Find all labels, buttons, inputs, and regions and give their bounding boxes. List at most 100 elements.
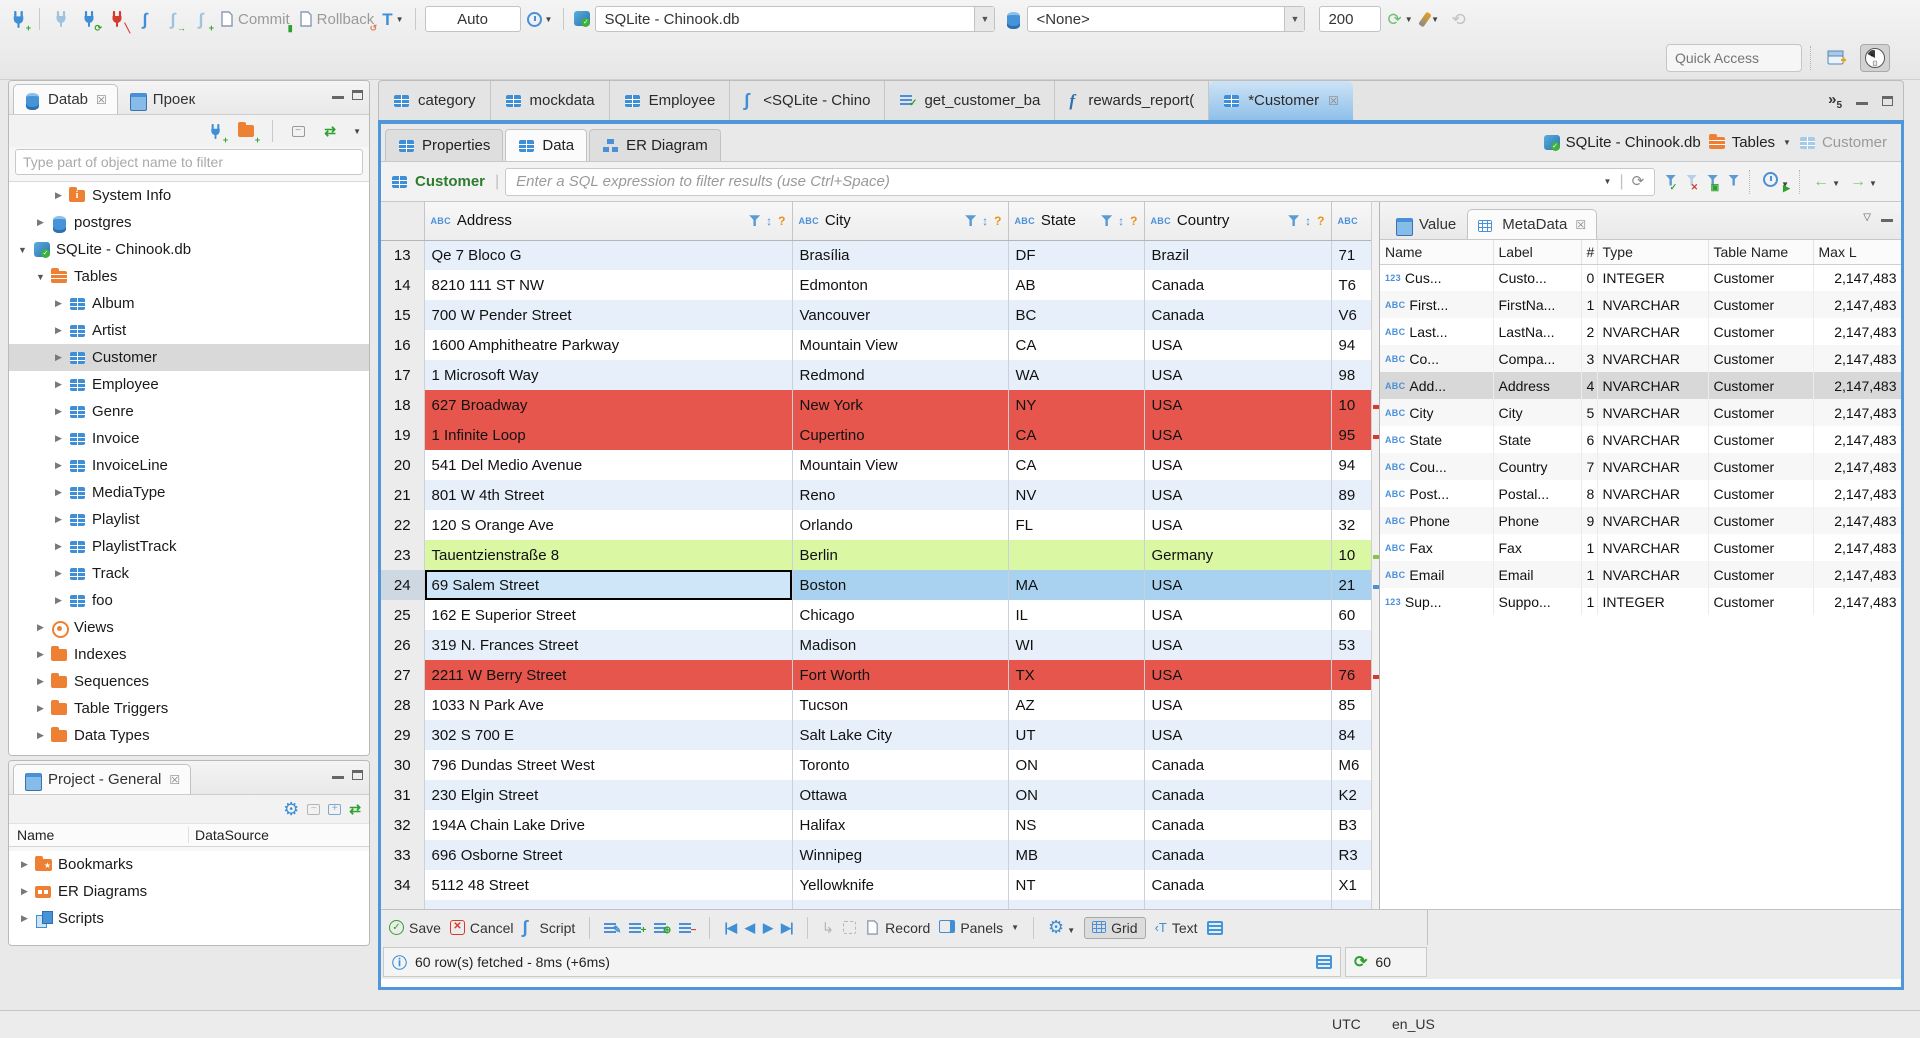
tree-item-genre[interactable]: ▶ Genre	[9, 398, 369, 425]
sort-icon[interactable]: ↕	[1118, 214, 1124, 228]
tab-metadata[interactable]: MetaData ☒	[1467, 209, 1598, 239]
metadata-row[interactable]: ABC Phone Phone 9 NVARCHAR Customer 2,147,483	[1380, 507, 1901, 534]
metadata-row[interactable]: 123 Sup... Suppo... 1 INTEGER Customer 2,147,4…	[1380, 588, 1901, 615]
gear-icon[interactable]: ⚙	[283, 799, 299, 820]
cell-postalcode[interactable]: 10	[1331, 390, 1372, 420]
grid-view-button[interactable]: Grid	[1084, 916, 1146, 939]
cell-state[interactable]: UT	[1008, 720, 1145, 750]
delete-row-icon[interactable]: −	[679, 921, 696, 935]
edit-row-icon[interactable]: ✎	[604, 921, 621, 935]
breadcrumb-connection[interactable]: SQLite - Chinook.db	[1543, 134, 1701, 151]
duplicate-row-icon[interactable]: ⊕	[654, 921, 671, 935]
column-header-country[interactable]: ABC Country ↕?	[1144, 202, 1332, 241]
calc-panel-icon[interactable]	[1206, 920, 1223, 935]
fetch-size-input[interactable]: 200	[1319, 6, 1382, 32]
metadata-column-table-name[interactable]: Table Name	[1708, 240, 1814, 265]
meta-max-length[interactable]: 2,147,483	[1813, 345, 1901, 372]
cell-address[interactable]: 1600 Amphitheatre Parkway	[424, 330, 793, 360]
remove-filter-icon[interactable]: ✕	[1686, 173, 1698, 191]
commit-mode-combo[interactable]: Auto	[424, 6, 521, 32]
tree-item-customer[interactable]: ▶ Customer	[9, 344, 369, 371]
open-perspective-icon[interactable]	[1822, 44, 1852, 72]
meta-ordinal[interactable]: 6	[1581, 426, 1598, 453]
expand-arrow-icon[interactable]: ▶	[53, 460, 64, 471]
cell-city[interactable]: Boston	[792, 570, 1009, 600]
meta-label[interactable]: Suppo...	[1493, 588, 1582, 615]
row-number[interactable]: 17	[381, 360, 425, 390]
cell-state[interactable]: ON	[1008, 750, 1145, 780]
meta-max-length[interactable]: 2,147,483	[1813, 534, 1901, 561]
meta-label[interactable]: Address	[1493, 372, 1582, 399]
fetch-next-icon[interactable]: → ▼	[1850, 173, 1877, 191]
cell-address[interactable]: 230 Elgin Street	[424, 780, 793, 810]
cell-address[interactable]: 801 W 4th Street	[424, 480, 793, 510]
custom-filter-icon[interactable]	[1728, 173, 1740, 191]
cell-state[interactable]: WA	[1008, 360, 1145, 390]
cell-state[interactable]: CA	[1008, 330, 1145, 360]
cell-state[interactable]: ON	[1008, 780, 1145, 810]
cell-city[interactable]: Reno	[792, 480, 1009, 510]
close-icon[interactable]: ☒	[1575, 218, 1586, 232]
cell-country[interactable]: Canada	[1144, 870, 1332, 900]
metadata-row[interactable]: ABC Email Email 1 NVARCHAR Customer 2,147,483	[1380, 561, 1901, 588]
meta-max-length[interactable]: 2,147,483	[1813, 264, 1901, 291]
project-item-scripts[interactable]: ▶ Scripts	[9, 905, 369, 932]
tree-item-playlist[interactable]: ▶ Playlist	[9, 506, 369, 533]
cell-state[interactable]: CA	[1008, 450, 1145, 480]
tree-item-album[interactable]: ▶ Album	[9, 290, 369, 317]
navigator-filter-input[interactable]: Type part of object name to filter	[15, 149, 363, 175]
cell-country[interactable]: USA	[1144, 660, 1332, 690]
metadata-column-type[interactable]: Type	[1597, 240, 1709, 265]
meta-type[interactable]: NVARCHAR	[1597, 534, 1709, 561]
meta-ordinal[interactable]: 1	[1581, 561, 1598, 588]
meta-label[interactable]: Fax	[1493, 534, 1582, 561]
expand-arrow-icon[interactable]: ▶	[53, 352, 64, 363]
refresh-icon[interactable]: ⟳	[1354, 952, 1367, 972]
metadata-column-label[interactable]: Label	[1493, 240, 1582, 265]
cell-address[interactable]: 796 Dundas Street West	[424, 750, 793, 780]
tree-item-mediatype[interactable]: ▶ MediaType	[9, 479, 369, 506]
cell-state[interactable]: MB	[1008, 840, 1145, 870]
cell-city[interactable]: Chicago	[792, 600, 1009, 630]
expand-arrow-icon[interactable]: ▶	[53, 568, 64, 579]
metadata-row[interactable]: ABC City City 5 NVARCHAR Customer 2,147,483	[1380, 399, 1901, 426]
meta-max-length[interactable]: 2,147,483	[1813, 318, 1901, 345]
column-header-name[interactable]: Name	[9, 827, 189, 843]
cell-postalcode[interactable]: 71	[1331, 240, 1372, 270]
cell-postalcode[interactable]: 94	[1331, 450, 1372, 480]
maximize-icon[interactable]	[352, 90, 363, 100]
reconnect-icon[interactable]: ⟳	[77, 6, 102, 33]
meta-ordinal[interactable]: 1	[1581, 291, 1598, 318]
expand-arrow-icon[interactable]: ▶	[35, 649, 46, 660]
cell-address[interactable]: 1 Infinite Loop	[424, 420, 793, 450]
row-number-header[interactable]	[381, 202, 425, 241]
fetch-previous-icon[interactable]: ← ▼	[1813, 173, 1840, 191]
filter-funnel-icon[interactable]	[1101, 215, 1113, 227]
column-header-city[interactable]: ABC City ↕?	[792, 202, 1009, 241]
meta-max-length[interactable]: 2,147,483	[1813, 291, 1901, 318]
cell-country[interactable]: USA	[1144, 360, 1332, 390]
apply-filter-icon[interactable]: ⟳	[1632, 174, 1645, 189]
row-number[interactable]: 34	[381, 870, 425, 900]
meta-max-length[interactable]: 2,147,483	[1813, 561, 1901, 588]
editor-tab-rewards-report[interactable]: f rewards_report(	[1055, 81, 1210, 120]
expand-all-icon[interactable]: +	[328, 803, 342, 815]
cell-address[interactable]: 541 Del Medio Avenue	[424, 450, 793, 480]
expand-arrow-icon[interactable]: ▶	[35, 217, 46, 228]
cell-city[interactable]: New York	[792, 390, 1009, 420]
cell-city[interactable]: Orlando	[792, 510, 1009, 540]
transaction-log-icon[interactable]: T ▼	[380, 6, 405, 32]
commit-button[interactable]: ▮ Commit	[217, 6, 293, 33]
column-header-datasource[interactable]: DataSource	[189, 827, 361, 843]
row-number[interactable]: 29	[381, 720, 425, 750]
meta-name[interactable]: ABC City	[1380, 399, 1494, 426]
expand-arrow-icon[interactable]: ▶	[19, 859, 30, 870]
link-with-editor-icon[interactable]: ⇄	[349, 801, 361, 818]
cell-state[interactable]: CA	[1008, 420, 1145, 450]
cell-address[interactable]: 627 Broadway	[424, 390, 793, 420]
cell-address[interactable]: Tauentzienstraße 8	[424, 540, 793, 570]
editor-tab-sqlite-chino[interactable]: ∫ <SQLite - Chino	[730, 81, 886, 120]
meta-label[interactable]: Phone	[1493, 507, 1582, 534]
meta-name[interactable]: 123 Cus...	[1380, 264, 1494, 291]
cell-city[interactable]: Toronto	[792, 750, 1009, 780]
